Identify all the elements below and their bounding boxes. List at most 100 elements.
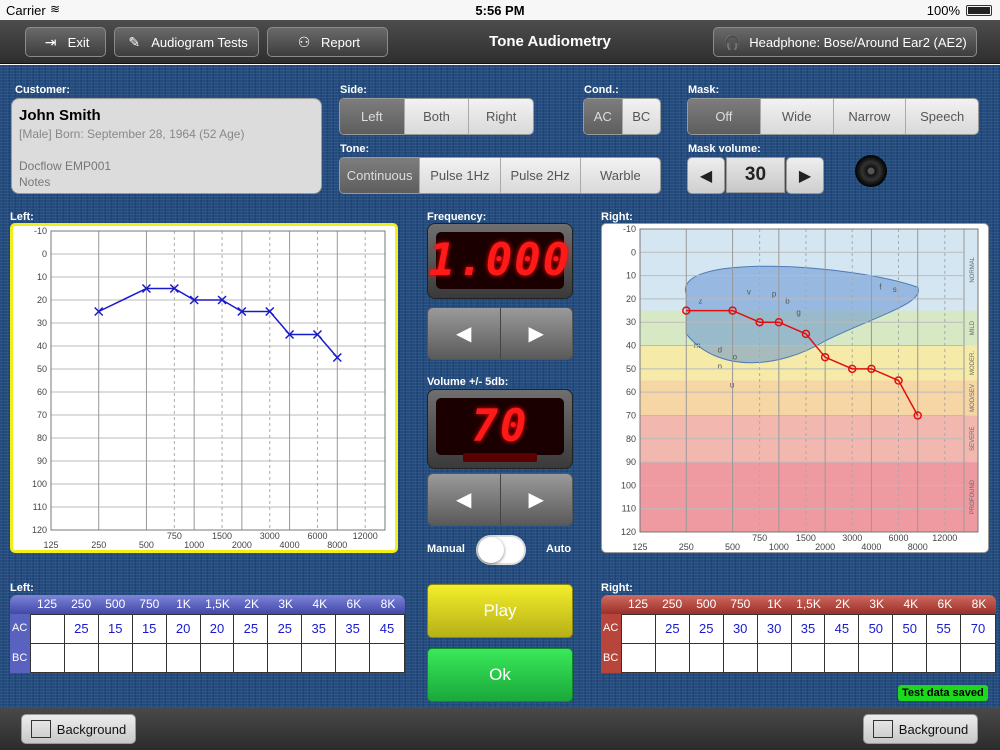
cond-ac-option[interactable]: AC	[584, 99, 623, 134]
tone-label: Tone:	[340, 143, 370, 155]
cell[interactable]	[201, 643, 235, 672]
cell[interactable]: 15	[98, 615, 133, 644]
cell[interactable]	[622, 643, 656, 672]
cell[interactable]: 45	[825, 615, 860, 644]
cell[interactable]	[65, 643, 99, 672]
cell[interactable]	[961, 644, 995, 673]
mask-off-option[interactable]: Off	[688, 99, 761, 134]
mask-speech-option[interactable]: Speech	[906, 99, 978, 134]
cell[interactable]: 35	[791, 615, 826, 644]
cell[interactable]	[690, 643, 724, 672]
mask-volume-decrease-button[interactable]: ◀	[687, 157, 725, 194]
col-header: 8K	[380, 597, 396, 611]
cell[interactable]: 45	[370, 615, 404, 644]
cell[interactable]	[792, 643, 826, 672]
mask-volume-label: Mask volume:	[688, 143, 761, 155]
cell[interactable]: 25	[655, 615, 690, 644]
cell[interactable]	[370, 644, 404, 673]
tone-warble-option[interactable]: Warble	[580, 158, 660, 193]
cell[interactable]	[302, 643, 337, 672]
cell[interactable]: 50	[859, 615, 894, 644]
cell[interactable]: 70	[961, 615, 995, 644]
y-tick-label: -10	[623, 224, 636, 234]
right-row-labels: AC BC	[601, 614, 621, 673]
cond-bc-option[interactable]: BC	[622, 99, 660, 134]
right-audiogram[interactable]: NORMAL MILD MODER. MOD/SEV SEVERE PROFOUND z v p…	[601, 223, 989, 553]
left-background-button[interactable]: Background	[21, 714, 136, 744]
cell[interactable]: 20	[200, 615, 235, 644]
battery-percent: 100%	[926, 3, 960, 18]
right-background-button[interactable]: Background	[863, 714, 978, 744]
left-table-header: 125 250 500 750 1K 1,5K 2K 3K 4K 6K 8K	[10, 595, 405, 614]
cell[interactable]: 55	[927, 615, 962, 644]
tone-continuous-option[interactable]: Continuous	[340, 158, 421, 193]
mask-narrow-option[interactable]: Narrow	[833, 99, 907, 134]
frequency-value: 1.000	[429, 232, 569, 289]
cell[interactable]: 15	[132, 615, 167, 644]
volume-next-button[interactable]: ▶	[500, 474, 572, 525]
frequency-prev-button[interactable]: ◀	[428, 308, 501, 359]
cell[interactable]: 25	[64, 615, 99, 644]
speaker-icon	[855, 155, 887, 187]
cell[interactable]	[825, 643, 860, 672]
cell[interactable]	[656, 643, 690, 672]
customer-card[interactable]: John Smith [Male] Born: September 28, 19…	[11, 98, 322, 194]
volume-stepper: ◀ ▶	[427, 473, 573, 526]
severity-band	[640, 462, 978, 532]
customer-notes: Notes	[19, 175, 51, 189]
cell[interactable]: 20	[166, 615, 201, 644]
exit-button[interactable]: ⇥ Exit	[25, 27, 106, 57]
mask-volume-increase-button[interactable]: ▶	[786, 157, 824, 194]
cell[interactable]: 25	[268, 615, 303, 644]
tone-pulse1-option[interactable]: Pulse 1Hz	[420, 158, 501, 193]
ok-button[interactable]: Ok	[427, 648, 573, 702]
cell[interactable]: 35	[336, 615, 371, 644]
left-threshold-table: 125 250 500 750 1K 1,5K 2K 3K 4K 6K 8K AC BC 25 15 1…	[10, 595, 405, 685]
customer-info: [Male] Born: September 28, 1964 (52 Age)	[19, 127, 245, 141]
col-header: 500	[105, 597, 126, 611]
headphone-button[interactable]: 🎧 Headphone: Bose/Around Ear2 (AE2)	[713, 27, 977, 57]
side-right-option[interactable]: Right	[469, 99, 533, 134]
cell[interactable]	[622, 615, 656, 644]
cell[interactable]: 30	[757, 615, 792, 644]
y-tick-label: 40	[37, 341, 47, 351]
saved-status-badge: Test data saved	[898, 685, 988, 701]
auto-mode-toggle[interactable]	[476, 535, 526, 565]
side-both-option[interactable]: Both	[404, 99, 470, 134]
cell[interactable]: 30	[723, 615, 758, 644]
left-audiogram[interactable]: -10 0 10 20 30 40 50 60 70 80 90 100 110 120 750 1500 30…	[10, 223, 398, 553]
report-button[interactable]: ⚇ Report	[267, 27, 388, 57]
y-tick-label: 70	[37, 410, 47, 420]
cell[interactable]	[724, 643, 758, 672]
cell[interactable]	[99, 643, 133, 672]
severity-band-label: MOD/SEV	[970, 384, 976, 412]
cell[interactable]	[133, 643, 167, 672]
cell[interactable]	[31, 615, 65, 644]
cell[interactable]	[893, 643, 928, 672]
cell[interactable]: 50	[893, 615, 928, 644]
x-tick-label-lower: 250	[91, 540, 106, 550]
cell[interactable]	[167, 643, 201, 672]
left-audiogram-plot: -10 0 10 20 30 40 50 60 70 80 90 100 110 120 750 1500 30…	[32, 226, 386, 550]
audiogram-tests-button[interactable]: ✎ Audiogram Tests	[114, 27, 259, 57]
side-left-option[interactable]: Left	[340, 99, 405, 134]
play-button[interactable]: Play	[427, 584, 573, 638]
tone-pulse2-option[interactable]: Pulse 2Hz	[500, 158, 581, 193]
cell[interactable]: 35	[302, 615, 337, 644]
cell[interactable]	[234, 643, 269, 672]
y-tick-label: 10	[37, 272, 47, 282]
cell[interactable]	[758, 643, 792, 672]
cell[interactable]	[336, 643, 371, 672]
headphone-label: Headphone: Bose/Around Ear2 (AE2)	[749, 34, 967, 50]
cell[interactable]	[927, 643, 962, 672]
edit-icon: ✎	[128, 34, 141, 50]
cell[interactable]	[268, 643, 303, 672]
frequency-next-button[interactable]: ▶	[500, 308, 572, 359]
volume-prev-button[interactable]: ◀	[428, 474, 501, 525]
mask-wide-option[interactable]: Wide	[760, 99, 834, 134]
cell[interactable]	[859, 643, 894, 672]
cell[interactable]	[31, 643, 65, 672]
cell[interactable]: 25	[689, 615, 724, 644]
col-header: 750	[730, 597, 751, 611]
cell[interactable]: 25	[234, 615, 269, 644]
